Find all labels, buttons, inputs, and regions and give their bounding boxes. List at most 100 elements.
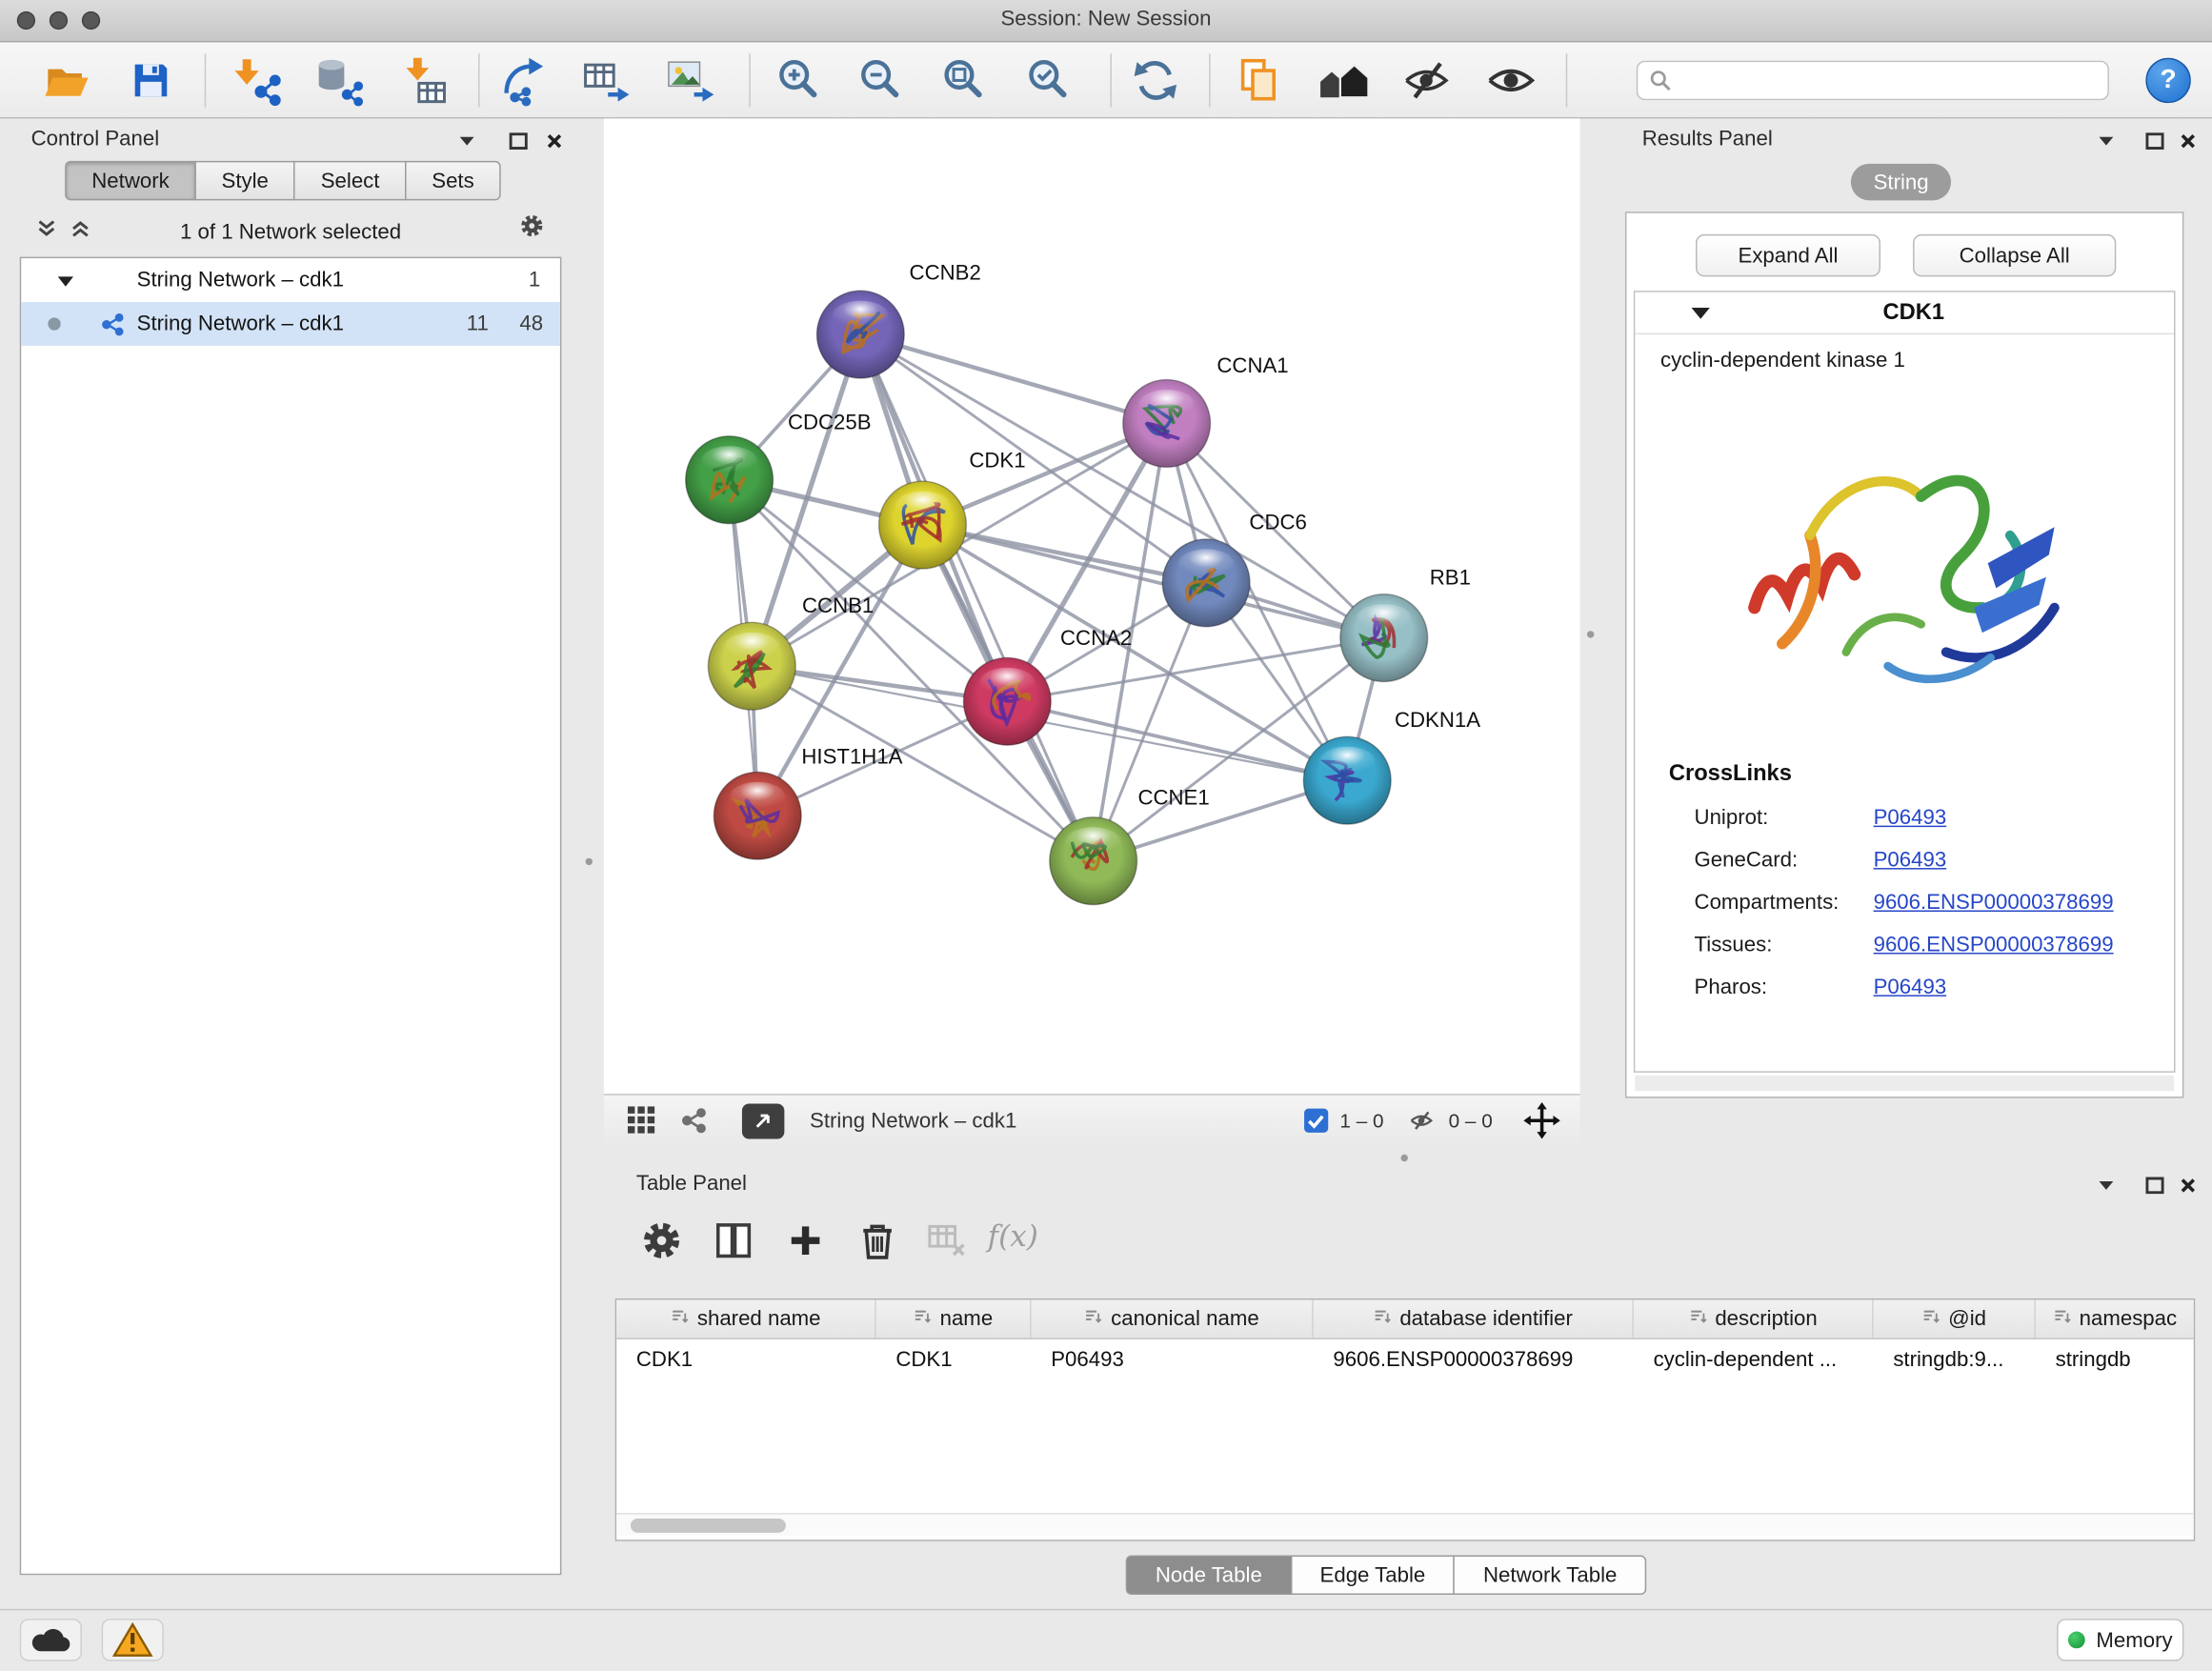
expand-all-button[interactable]: Expand All xyxy=(1696,234,1880,276)
gene-section-header[interactable]: CDK1 xyxy=(1635,292,2174,334)
results-panel-collapse-icon[interactable] xyxy=(2094,130,2120,152)
network-node-rb1[interactable]: RB1 xyxy=(1340,565,1471,681)
results-panel-hscrollbar[interactable] xyxy=(1635,1076,2174,1091)
table-row[interactable]: CDK1CDK1P064939606.ENSP00000378699cyclin… xyxy=(616,1339,2194,1379)
pan-crosshair-icon[interactable] xyxy=(1523,1102,1560,1139)
tab-network[interactable]: Network xyxy=(65,161,196,200)
network-edge[interactable] xyxy=(922,525,1383,638)
column-header[interactable]: @id xyxy=(1874,1299,2036,1338)
crosslink-value[interactable]: P06493 xyxy=(1874,975,1947,998)
column-header[interactable]: shared name xyxy=(616,1299,875,1338)
warnings-button[interactable] xyxy=(102,1619,164,1661)
open-session-button[interactable] xyxy=(34,50,99,111)
network-edge[interactable] xyxy=(860,334,1166,423)
network-node-ccne1[interactable]: CCNE1 xyxy=(1050,785,1210,904)
search-box[interactable] xyxy=(1637,61,2109,100)
tab-select[interactable]: Select xyxy=(294,161,407,200)
collapse-all-button[interactable]: Collapse All xyxy=(1913,234,2116,276)
network-options-gear-icon[interactable] xyxy=(519,214,545,237)
column-header[interactable]: namespac xyxy=(2036,1299,2195,1338)
network-node-cdkn1a[interactable]: CDKN1A xyxy=(1303,708,1480,824)
function-builder-button[interactable]: f(x) xyxy=(988,1219,1038,1254)
crosslink-row: Uniprot:P06493 xyxy=(1635,796,2174,838)
node-label: CCNE1 xyxy=(1137,785,1209,809)
crosslink-value[interactable]: 9606.ENSP00000378699 xyxy=(1874,890,2114,914)
column-label: @id xyxy=(1948,1307,1986,1331)
create-column-button[interactable] xyxy=(780,1217,831,1264)
home-button[interactable] xyxy=(1312,50,1377,111)
help-button[interactable]: ? xyxy=(2145,58,2190,103)
sort-icon xyxy=(1373,1307,1391,1331)
network-row-selected[interactable]: String Network – cdk1 11 48 xyxy=(21,302,560,346)
collapse-triangle-icon[interactable] xyxy=(58,274,73,286)
memory-button[interactable]: Memory xyxy=(2057,1619,2183,1661)
right-splitter-handle[interactable] xyxy=(1587,631,1594,637)
protein-structure-image xyxy=(1635,372,2174,739)
export-table-button[interactable] xyxy=(574,50,639,111)
tab-sets[interactable]: Sets xyxy=(405,161,501,200)
crosslink-value[interactable]: P06493 xyxy=(1874,805,1947,829)
section-collapse-triangle-icon[interactable] xyxy=(1692,306,1710,318)
table-panel-collapse-icon[interactable] xyxy=(2094,1175,2120,1198)
hidden-eye-slash-icon[interactable] xyxy=(1406,1108,1438,1134)
copy-button[interactable] xyxy=(1227,50,1292,111)
network-collection-row[interactable]: String Network – cdk1 1 xyxy=(21,258,560,302)
show-graphics-button[interactable] xyxy=(1478,50,1543,111)
control-panel-float-icon[interactable] xyxy=(505,130,531,152)
memory-label: Memory xyxy=(2096,1628,2172,1652)
crosslink-value[interactable]: P06493 xyxy=(1874,848,1947,872)
column-header[interactable]: description xyxy=(1634,1299,1874,1338)
grid-view-icon[interactable] xyxy=(627,1105,658,1137)
control-panel-close-icon[interactable] xyxy=(542,130,568,152)
save-session-button[interactable] xyxy=(118,50,183,111)
table-hscrollbar[interactable] xyxy=(616,1513,2194,1536)
results-panel-float-icon[interactable] xyxy=(2142,130,2167,152)
network-share-icon[interactable] xyxy=(680,1106,709,1135)
column-header[interactable]: name xyxy=(876,1299,1032,1338)
tab-network-table[interactable]: Network Table xyxy=(1454,1556,1647,1595)
tab-edge-table[interactable]: Edge Table xyxy=(1290,1556,1455,1595)
network-canvas[interactable]: CCNB2CCNA1CDC25BCDK1CDC6RB1CCNB1CCNA2CDK… xyxy=(604,118,1580,1094)
network-node-ccna1[interactable]: CCNA1 xyxy=(1123,353,1289,467)
bottom-splitter-handle[interactable] xyxy=(1401,1155,1408,1161)
network-edge[interactable] xyxy=(860,334,1093,861)
network-view-statusbar: String Network – cdk1 1 – 0 0 – 0 xyxy=(604,1094,1580,1146)
delete-column-button[interactable] xyxy=(852,1217,902,1264)
crosslinks-list: Uniprot:P06493GeneCard:P06493Compartment… xyxy=(1635,796,2174,1008)
import-table-file-button[interactable] xyxy=(392,50,457,111)
network-node-hist1h1a[interactable]: HIST1H1A xyxy=(714,744,902,859)
control-panel-collapse-icon[interactable] xyxy=(454,130,480,152)
apply-layout-button[interactable] xyxy=(1123,50,1188,111)
tab-style[interactable]: Style xyxy=(194,161,295,200)
zoom-in-button[interactable] xyxy=(768,50,833,111)
cloud-button[interactable] xyxy=(20,1619,82,1661)
results-panel-close-icon[interactable] xyxy=(2175,130,2201,152)
crosslinks-title: CrossLinks xyxy=(1635,739,2174,795)
node-label: CCNB1 xyxy=(802,594,874,617)
import-network-file-button[interactable] xyxy=(226,50,291,111)
left-splitter-handle[interactable] xyxy=(586,858,593,865)
export-image-button[interactable] xyxy=(657,50,722,111)
node-count: 11 xyxy=(467,312,489,335)
network-edge[interactable] xyxy=(1007,701,1347,780)
tab-node-table[interactable]: Node Table xyxy=(1126,1556,1292,1595)
zoom-fit-button[interactable] xyxy=(933,50,997,111)
zoom-selected-button[interactable] xyxy=(1017,50,1082,111)
table-hscrollbar-thumb[interactable] xyxy=(631,1519,786,1533)
zoom-out-button[interactable] xyxy=(849,50,914,111)
import-network-database-button[interactable] xyxy=(306,50,371,111)
column-header[interactable]: database identifier xyxy=(1314,1299,1634,1338)
export-network-button[interactable] xyxy=(493,50,557,111)
crosslink-value[interactable]: 9606.ENSP00000378699 xyxy=(1874,932,2114,956)
search-input[interactable] xyxy=(1680,70,2097,92)
show-columns-button[interactable] xyxy=(708,1217,758,1264)
selected-checkbox-icon[interactable] xyxy=(1303,1108,1329,1134)
open-in-new-window-button[interactable] xyxy=(742,1103,784,1138)
column-header[interactable]: canonical name xyxy=(1032,1299,1314,1338)
table-settings-button[interactable] xyxy=(636,1217,687,1264)
table-panel-float-icon[interactable] xyxy=(2142,1175,2167,1198)
tab-string[interactable]: String xyxy=(1851,164,1951,201)
table-panel-close-icon[interactable] xyxy=(2175,1175,2201,1198)
crosslink-row: Tissues:9606.ENSP00000378699 xyxy=(1635,923,2174,965)
hide-graphics-button[interactable] xyxy=(1396,50,1460,111)
